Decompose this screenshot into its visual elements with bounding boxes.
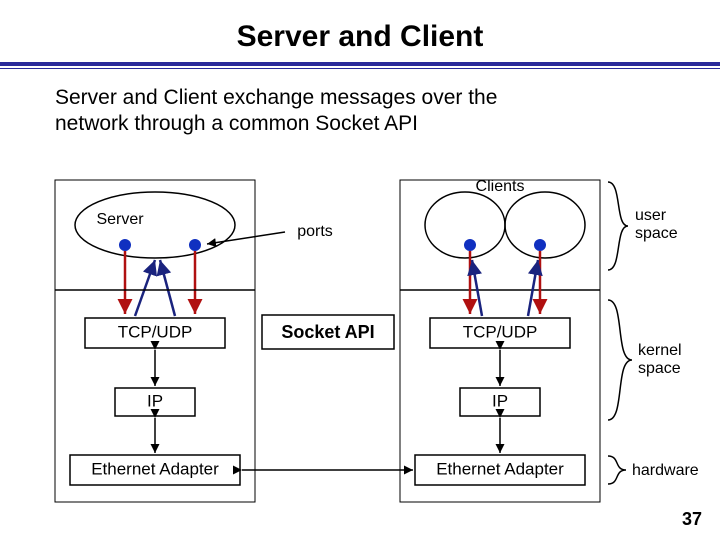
port-dot xyxy=(119,239,131,251)
diagram-canvas: Server Clients ports TCP/UDP TCP/UDP IP … xyxy=(0,0,720,540)
kernel-space-label-1: kernel xyxy=(638,342,682,359)
brace-user-space xyxy=(608,182,628,270)
page-number: 37 xyxy=(682,509,702,530)
brace-hardware xyxy=(608,456,626,484)
socket-api-label: Socket API xyxy=(281,322,374,342)
port-dot xyxy=(534,239,546,251)
ethernet-label-right: Ethernet Adapter xyxy=(436,459,564,478)
hardware-label: hardware xyxy=(632,462,699,479)
port-dot xyxy=(189,239,201,251)
user-space-label-1: user xyxy=(635,207,667,224)
ports-pointer xyxy=(207,232,285,244)
tcpudp-label-right: TCP/UDP xyxy=(463,322,538,341)
server-label: Server xyxy=(96,211,144,228)
port-dot xyxy=(464,239,476,251)
kernel-space-label-2: space xyxy=(638,360,681,377)
clients-label: Clients xyxy=(476,178,525,195)
ip-label-right: IP xyxy=(492,391,508,410)
arrow-up xyxy=(528,260,538,316)
tcpudp-label-left: TCP/UDP xyxy=(118,322,193,341)
arrow-up xyxy=(160,260,175,316)
arrow-up xyxy=(472,260,482,316)
user-space-label-2: space xyxy=(635,225,678,242)
ethernet-label-left: Ethernet Adapter xyxy=(91,459,219,478)
arrow-up xyxy=(135,260,155,316)
brace-kernel-space xyxy=(608,300,632,420)
ports-label: ports xyxy=(297,223,333,240)
ip-label-left: IP xyxy=(147,391,163,410)
